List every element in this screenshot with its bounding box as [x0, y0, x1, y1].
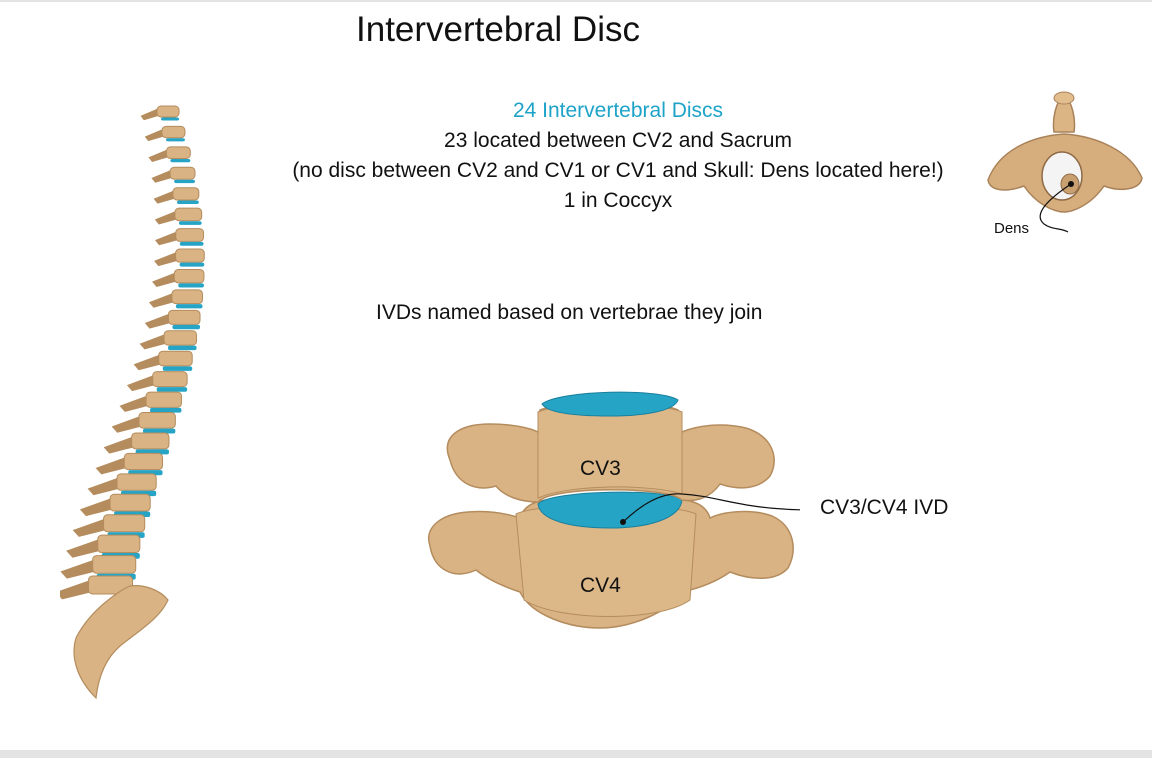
spine-disc [150, 407, 182, 413]
cv3-label: CV3 [580, 457, 621, 480]
vertebra-segment [167, 309, 201, 325]
vertebra-segment [145, 391, 182, 408]
spine-disc [179, 241, 204, 246]
vertebra-segment [103, 514, 146, 533]
spine-disc [168, 345, 197, 351]
disc-location-text: 23 located between CV2 and Sacrum [444, 129, 792, 152]
atlas-vertebra-illustration [987, 91, 1143, 233]
cv4-label: CV4 [580, 574, 621, 597]
vertebra-segment [173, 268, 205, 284]
cervical-vertebrae-illustration [428, 391, 800, 629]
dens-label: Dens [994, 220, 1030, 237]
disc-count-heading: 24 Intervertebral Discs [512, 99, 724, 122]
naming-note: IVDs named based on vertebrae they join [376, 301, 763, 324]
vertebra-segment [161, 125, 186, 139]
spine-segments [60, 105, 205, 700]
spine-disc [176, 200, 199, 204]
vertebra-segment [158, 350, 193, 367]
vertebra-segment [131, 432, 170, 450]
slide: Intervertebral Disc 24 Intervertebral Di… [0, 2, 1152, 750]
vertebra-segment [116, 473, 157, 491]
spine-disc [165, 138, 185, 142]
vertebra-segment [175, 228, 205, 242]
vertebra-segment [169, 166, 196, 180]
coccyx-disc-text: 1 in Coccyx [563, 189, 673, 212]
vertebra-segment [174, 207, 203, 222]
sacrum-coccyx [73, 585, 169, 700]
vertebra-segment [156, 105, 180, 118]
spine-disc [179, 262, 205, 267]
vertebra-segment [172, 187, 200, 201]
spine-disc [178, 283, 204, 288]
vertebra-segment [123, 452, 164, 471]
spine-disc [156, 387, 188, 392]
slide-title: Intervertebral Disc [356, 10, 640, 49]
vertebra-segment [97, 534, 141, 554]
spine-disc [172, 324, 201, 330]
vertebra-segment [138, 412, 176, 429]
spine-illustration [60, 105, 205, 700]
vertebra-segment [171, 289, 204, 305]
spine-disc [175, 304, 203, 309]
spine-disc [178, 221, 202, 225]
vertebra-segment [163, 330, 198, 346]
vertebra-segment [152, 371, 188, 388]
no-disc-note: (no disc between CV2 and CV1 or CV1 and … [292, 159, 944, 182]
vertebra-segment [92, 555, 137, 574]
spine-disc [174, 179, 195, 184]
info-block: 24 Intervertebral Discs 23 located betwe… [230, 96, 1006, 216]
vertebra-segment [175, 248, 205, 263]
spine-disc [170, 158, 191, 163]
vertebra-segment [109, 493, 151, 512]
vertebra-segment [165, 146, 191, 159]
spine-disc [162, 366, 193, 371]
spine-disc [161, 117, 180, 121]
ivd-label: CV3/CV4 IVD [820, 496, 949, 519]
